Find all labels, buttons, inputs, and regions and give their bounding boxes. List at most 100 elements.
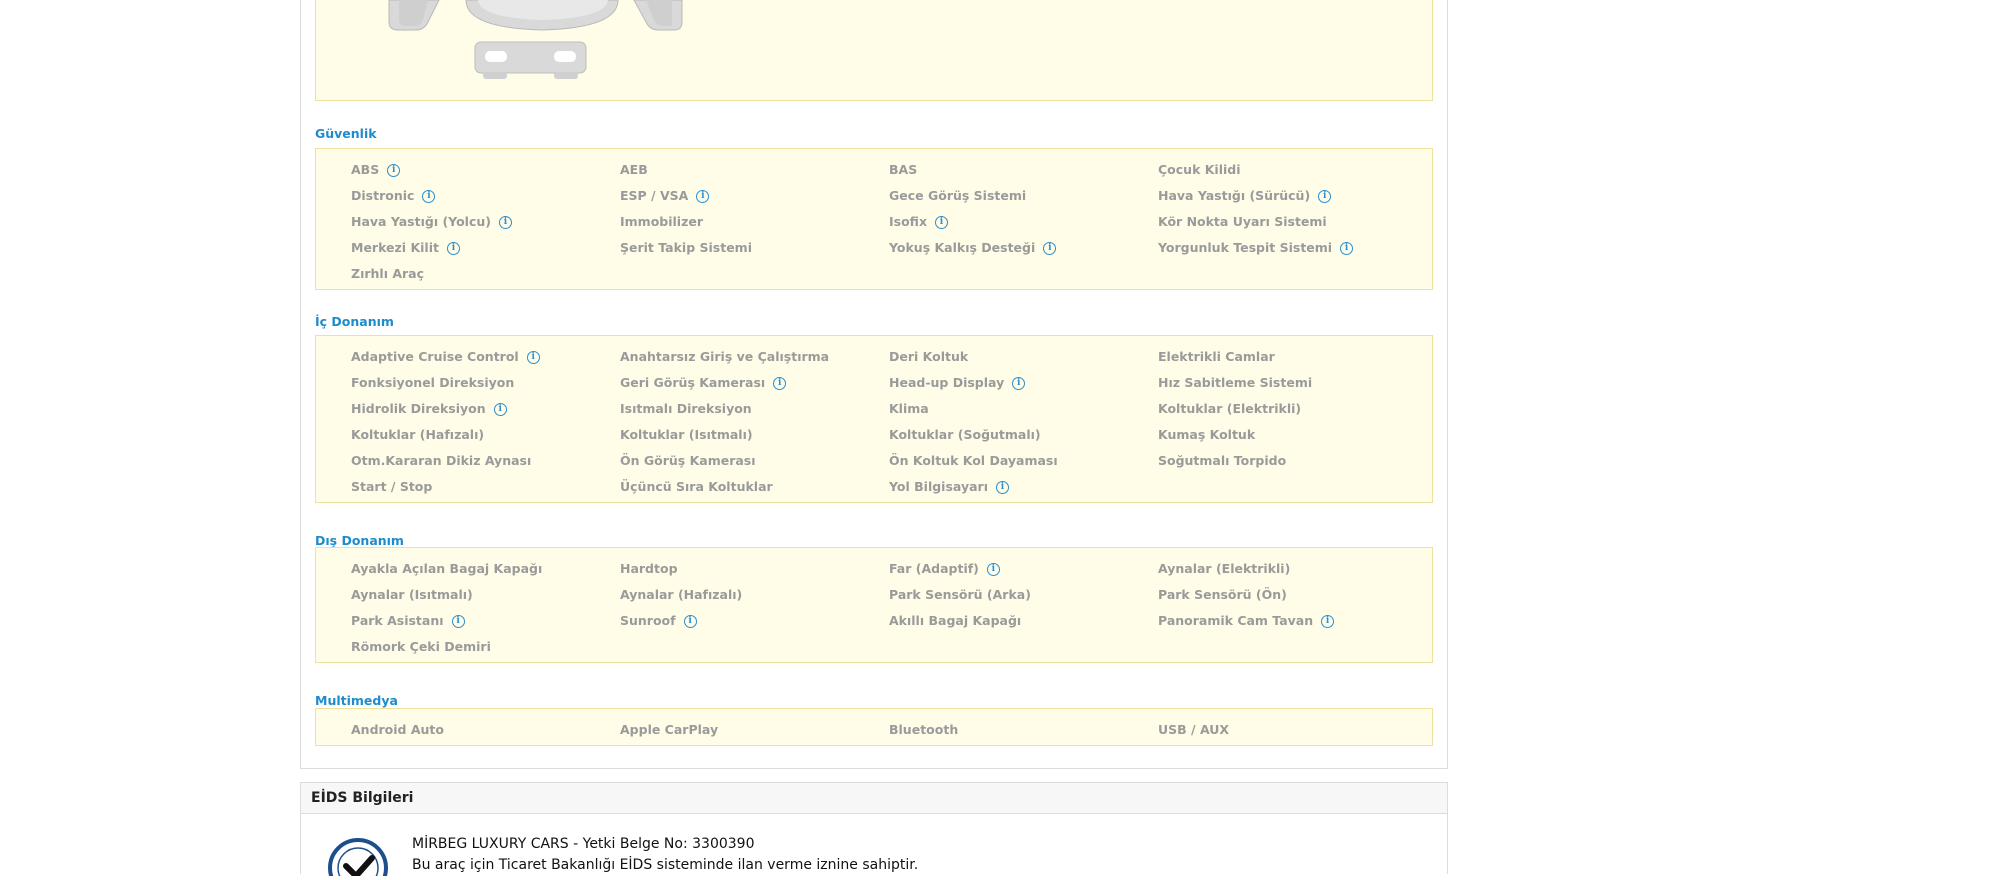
info-icon[interactable]: i — [1321, 614, 1335, 628]
info-icon[interactable]: i — [422, 189, 436, 203]
feature-item: Hardtop — [620, 556, 678, 582]
feature-label: Çocuk Kilidi — [1158, 162, 1241, 177]
info-icon[interactable]: i — [986, 562, 1000, 576]
feature-item: Yorgunluk Tespit Sistemi i — [1158, 235, 1354, 261]
eids-title: EİDS Bilgileri — [311, 790, 414, 806]
feature-item: USB / AUX — [1158, 717, 1229, 743]
feature-item: Hız Sabitleme Sistemi — [1158, 370, 1312, 396]
feature-item: Kumaş Koltuk — [1158, 422, 1255, 448]
feature-item: Isofix i — [889, 209, 949, 235]
feature-label: Yorgunluk Tespit Sistemi — [1158, 240, 1333, 255]
info-icon[interactable]: i — [1043, 241, 1057, 255]
feature-label: Park Asistanı — [351, 613, 444, 628]
feature-item: Hidrolik Direksiyon i — [351, 396, 507, 422]
section-title-guvenlik: Güvenlik — [315, 126, 377, 141]
feature-label: Android Auto — [351, 722, 444, 737]
eids-header: EİDS Bilgileri — [300, 782, 1448, 814]
feature-item: Immobilizer — [620, 209, 703, 235]
info-icon[interactable]: i — [773, 376, 787, 390]
feature-label: Ön Görüş Kamerası — [620, 453, 756, 468]
info-icon[interactable]: i — [1012, 376, 1026, 390]
info-icon[interactable]: i — [446, 241, 460, 255]
feature-label: Aynalar (Isıtmalı) — [351, 587, 473, 602]
info-icon[interactable]: i — [935, 215, 949, 229]
feature-item: Ayakla Açılan Bagaj Kapağı — [351, 556, 542, 582]
info-icon[interactable]: i — [1318, 189, 1332, 203]
feature-label: Soğutmalı Torpido — [1158, 453, 1287, 468]
feature-label: Head-up Display — [889, 375, 1005, 390]
feature-label: Üçüncü Sıra Koltuklar — [620, 479, 773, 494]
feature-label: ABS — [351, 162, 380, 177]
feature-item: Panoramik Cam Tavan i — [1158, 608, 1335, 634]
feature-item: Distronic i — [351, 183, 436, 209]
feature-label: Koltuklar (Hafızalı) — [351, 427, 485, 442]
eids-badge-icon — [328, 836, 388, 880]
feature-label: Koltuklar (Elektrikli) — [1158, 401, 1302, 416]
feature-label: Distronic — [351, 188, 415, 203]
feature-item: Far (Adaptif) i — [889, 556, 1000, 582]
feature-label: USB / AUX — [1158, 722, 1230, 737]
feature-item: Ön Koltuk Kol Dayaması — [889, 448, 1058, 474]
feature-item: Start / Stop — [351, 474, 432, 500]
section-title-dis-donanim: Dış Donanım — [315, 533, 404, 548]
feature-label: Yol Bilgisayarı — [889, 479, 988, 494]
feature-label: Start / Stop — [351, 479, 433, 494]
feature-label: Adaptive Cruise Control — [351, 349, 519, 364]
feature-item: Römork Çeki Demiri — [351, 634, 491, 660]
eids-dealer-line: MİRBEG LUXURY CARS - Yetki Belge No: 330… — [412, 836, 755, 852]
feature-label: Hava Yastığı (Sürücü) — [1158, 188, 1311, 203]
feature-label: Far (Adaptif) — [889, 561, 979, 576]
feature-item: Zırhlı Araç — [351, 261, 424, 287]
feature-label: Akıllı Bagaj Kapağı — [889, 613, 1022, 628]
info-icon[interactable]: i — [526, 350, 540, 364]
feature-item: Klima — [889, 396, 929, 422]
feature-item: Yol Bilgisayarı i — [889, 474, 1009, 500]
feature-label: Ayakla Açılan Bagaj Kapağı — [351, 561, 543, 576]
feature-item: Hava Yastığı (Sürücü) i — [1158, 183, 1332, 209]
feature-item: Koltuklar (Isıtmalı) — [620, 422, 753, 448]
feature-label: Panoramik Cam Tavan — [1158, 613, 1314, 628]
feature-item: Bluetooth — [889, 717, 958, 743]
feature-label: Anahtarsız Giriş ve Çalıştırma — [620, 349, 830, 364]
feature-label: Elektrikli Camlar — [1158, 349, 1275, 364]
info-icon[interactable]: i — [683, 614, 697, 628]
feature-label: Kör Nokta Uyarı Sistemi — [1158, 214, 1327, 229]
info-icon[interactable]: i — [696, 189, 710, 203]
feature-label: Aynalar (Elektrikli) — [1158, 561, 1291, 576]
feature-item: BAS — [889, 157, 917, 183]
feature-item: AEB — [620, 157, 648, 183]
section-title-ic-donanim: İç Donanım — [315, 314, 394, 329]
info-icon[interactable]: i — [1340, 241, 1354, 255]
feature-item: Aynalar (Hafızalı) — [620, 582, 742, 608]
info-icon[interactable]: i — [493, 402, 507, 416]
info-icon[interactable]: i — [387, 163, 401, 177]
feature-label: Otm.Kararan Dikiz Aynası — [351, 453, 532, 468]
feature-item: Anahtarsız Giriş ve Çalıştırma — [620, 344, 829, 370]
feature-item: Soğutmalı Torpido — [1158, 448, 1286, 474]
feature-item: Sunroof i — [620, 608, 697, 634]
info-icon[interactable]: i — [995, 480, 1009, 494]
feature-item: Apple CarPlay — [620, 717, 718, 743]
info-icon[interactable]: i — [498, 215, 512, 229]
feature-label: Immobilizer — [620, 214, 704, 229]
feature-label: Park Sensörü (Ön) — [1158, 587, 1287, 602]
feature-item: Koltuklar (Elektrikli) — [1158, 396, 1301, 422]
feature-label: Koltuklar (Isıtmalı) — [620, 427, 753, 442]
feature-item: Aynalar (Isıtmalı) — [351, 582, 473, 608]
feature-item: Fonksiyonel Direksiyon — [351, 370, 514, 396]
feature-item: Deri Koltuk — [889, 344, 968, 370]
feature-label: Geri Görüş Kamerası — [620, 375, 766, 390]
feature-item: Kör Nokta Uyarı Sistemi — [1158, 209, 1327, 235]
feature-label: Fonksiyonel Direksiyon — [351, 375, 515, 390]
feature-label: BAS — [889, 162, 918, 177]
feature-item: Head-up Display i — [889, 370, 1026, 396]
feature-item: Merkezi Kilit i — [351, 235, 460, 261]
feature-item: Park Sensörü (Arka) — [889, 582, 1031, 608]
info-icon[interactable]: i — [451, 614, 465, 628]
car-damage-diagram — [315, 0, 1433, 101]
section-title-multimedya: Multimedya — [315, 693, 398, 708]
feature-item: Koltuklar (Hafızalı) — [351, 422, 484, 448]
feature-label: Deri Koltuk — [889, 349, 969, 364]
feature-label: ESP / VSA — [620, 188, 689, 203]
feature-item: Şerit Takip Sistemi — [620, 235, 752, 261]
